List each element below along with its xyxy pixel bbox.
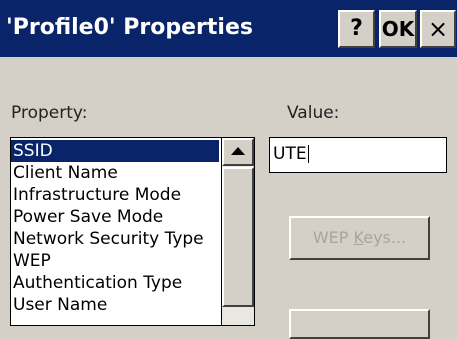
wep-keys-suffix: eys... — [363, 228, 407, 247]
close-button[interactable]: × — [420, 10, 456, 48]
title-bar: 'Profile0' Properties ? OK × — [0, 0, 457, 57]
help-button[interactable]: ? — [338, 10, 375, 48]
text-caret — [307, 145, 309, 163]
property-list-item[interactable]: Infrastructure Mode — [11, 184, 219, 206]
property-list-item[interactable]: SSID — [11, 140, 219, 162]
property-listbox[interactable]: SSID Client Name Infrastructure Mode Power … — [10, 137, 255, 326]
property-list-item[interactable]: Power Save Mode — [11, 206, 219, 228]
value-label: Value: — [287, 103, 340, 123]
ok-button[interactable]: OK — [379, 10, 417, 48]
wep-keys-button[interactable]: WEP Keys... — [289, 216, 430, 260]
scroll-up-button[interactable] — [222, 138, 254, 166]
property-list-items: SSID Client Name Infrastructure Mode Power … — [11, 140, 219, 316]
scroll-thumb[interactable] — [222, 167, 254, 307]
vertical-scrollbar[interactable] — [221, 138, 254, 325]
property-list-item[interactable]: Authentication Type — [11, 272, 219, 294]
property-list-item[interactable]: User Name — [11, 294, 219, 316]
property-list-item[interactable]: Client Name — [11, 162, 219, 184]
second-button[interactable] — [289, 309, 430, 339]
up-arrow-icon — [231, 147, 245, 155]
value-input[interactable]: UTE — [269, 137, 447, 173]
property-label: Property: — [11, 103, 88, 123]
value-text: UTE — [273, 144, 307, 164]
window-title: 'Profile0' Properties — [6, 15, 253, 40]
property-list-item[interactable]: Network Security Type — [11, 228, 219, 250]
wep-keys-prefix: WEP — [312, 228, 354, 247]
wep-keys-mnemonic: K — [353, 228, 364, 247]
property-list-item[interactable]: WEP — [11, 250, 219, 272]
